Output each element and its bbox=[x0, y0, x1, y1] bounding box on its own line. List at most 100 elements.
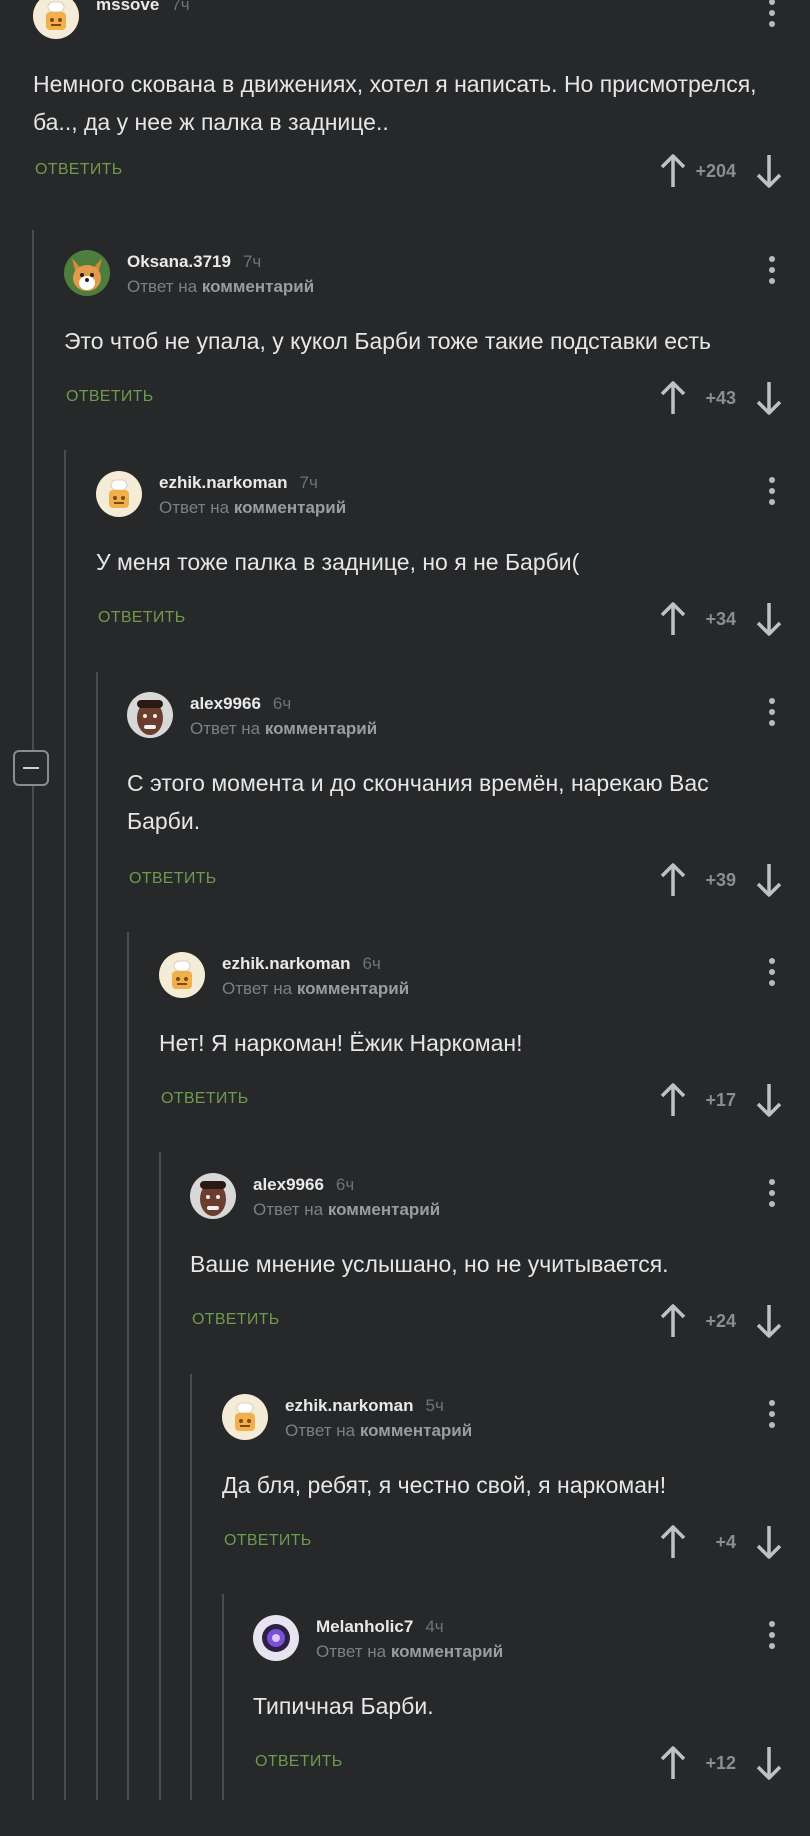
comment-time: 4ч bbox=[425, 1617, 444, 1636]
thread-line bbox=[32, 230, 34, 1800]
upvote-arrow-icon[interactable] bbox=[660, 1524, 686, 1560]
reply-target-link[interactable]: комментарий bbox=[202, 277, 314, 296]
downvote-arrow-icon[interactable] bbox=[756, 1524, 782, 1560]
reply-button[interactable]: ОТВЕТИТЬ bbox=[224, 1532, 312, 1550]
downvote-arrow-icon[interactable] bbox=[756, 1745, 782, 1781]
reply-button[interactable]: ОТВЕТИТЬ bbox=[66, 388, 154, 406]
comment-footer: ОТВЕТИТЬ +24 bbox=[192, 1301, 810, 1341]
comment: ezhik.narkoman 6ч Ответ на комментарий Не… bbox=[159, 952, 810, 1173]
comment-score: +4 bbox=[715, 1532, 736, 1552]
thread-line bbox=[159, 1152, 161, 1800]
thread-line bbox=[96, 672, 98, 1800]
comment-time: 7ч bbox=[299, 473, 318, 492]
thread-line bbox=[222, 1594, 224, 1800]
comment-score: +12 bbox=[705, 1753, 736, 1773]
more-options-icon[interactable] bbox=[768, 0, 776, 31]
reply-to-label: Ответ на комментарий bbox=[127, 277, 315, 296]
reply-target-link[interactable]: комментарий bbox=[391, 1642, 503, 1661]
more-options-icon[interactable] bbox=[768, 1621, 776, 1653]
comment: mssove 7ч Немного скована в движениях, хо… bbox=[33, 0, 810, 214]
reply-button[interactable]: ОТВЕТИТЬ bbox=[161, 1090, 249, 1108]
chef-avatar[interactable] bbox=[222, 1394, 268, 1440]
upvote-arrow-icon[interactable] bbox=[660, 380, 686, 416]
face-avatar[interactable] bbox=[190, 1173, 236, 1219]
upvote-arrow-icon[interactable] bbox=[660, 601, 686, 637]
comment-footer: ОТВЕТИТЬ +4 bbox=[224, 1522, 810, 1562]
more-options-icon[interactable] bbox=[768, 958, 776, 990]
comment-text: Да бля, ребят, я честно свой, я наркоман… bbox=[222, 1472, 667, 1498]
more-options-icon[interactable] bbox=[768, 1179, 776, 1211]
comment-text: Ваше мнение услышано, но не учитывается. bbox=[190, 1251, 669, 1277]
chef-avatar[interactable] bbox=[33, 0, 79, 39]
reply-target-link[interactable]: комментарий bbox=[234, 498, 346, 517]
comment-score: +204 bbox=[695, 161, 736, 181]
downvote-arrow-icon[interactable] bbox=[756, 153, 782, 189]
reply-button[interactable]: ОТВЕТИТЬ bbox=[35, 161, 123, 179]
more-options-icon[interactable] bbox=[768, 698, 776, 730]
thread-line bbox=[127, 932, 129, 1800]
comment-text: Это чтоб не упала, у кукол Барби тоже та… bbox=[64, 328, 712, 354]
downvote-arrow-icon[interactable] bbox=[756, 1303, 782, 1339]
comment-text: У меня тоже палка в заднице, но я не Бар… bbox=[96, 549, 580, 575]
username[interactable]: ezhik.narkoman 7ч bbox=[159, 473, 318, 493]
corgi-avatar[interactable] bbox=[64, 250, 110, 296]
upvote-arrow-icon[interactable] bbox=[660, 1082, 686, 1118]
downvote-arrow-icon[interactable] bbox=[756, 1082, 782, 1118]
reply-button[interactable]: ОТВЕТИТЬ bbox=[192, 1311, 280, 1329]
downvote-arrow-icon[interactable] bbox=[756, 601, 782, 637]
username[interactable]: ezhik.narkoman 6ч bbox=[222, 954, 381, 974]
reply-button[interactable]: ОТВЕТИТЬ bbox=[129, 870, 217, 888]
reply-button[interactable]: ОТВЕТИТЬ bbox=[255, 1753, 343, 1771]
reply-to-label: Ответ на комментарий bbox=[159, 498, 347, 517]
reply-to-label: Ответ на комментарий bbox=[285, 1421, 473, 1440]
downvote-arrow-icon[interactable] bbox=[756, 862, 782, 898]
more-options-icon[interactable] bbox=[768, 1400, 776, 1432]
comment-time: 6ч bbox=[335, 1175, 355, 1194]
thread-line bbox=[64, 450, 66, 1800]
collapse-thread-button[interactable] bbox=[13, 750, 49, 786]
reply-target-link[interactable]: комментарий bbox=[360, 1421, 472, 1440]
reply-to-label: Ответ на комментарий bbox=[316, 1642, 504, 1661]
username[interactable]: ezhik.narkoman 5ч bbox=[285, 1396, 444, 1416]
comment-time: 6ч bbox=[272, 694, 292, 713]
upvote-arrow-icon[interactable] bbox=[660, 1745, 686, 1781]
comment-text: С этого момента и до скончания времён, н… bbox=[127, 770, 709, 834]
face-avatar[interactable] bbox=[127, 692, 173, 738]
downvote-arrow-icon[interactable] bbox=[756, 380, 782, 416]
comment-score: +43 bbox=[705, 388, 736, 408]
username[interactable]: alex9966 6ч bbox=[190, 694, 291, 714]
comment-footer: ОТВЕТИТЬ +12 bbox=[255, 1743, 810, 1783]
username[interactable]: mssove 7ч bbox=[96, 0, 190, 15]
comment-score: +24 bbox=[705, 1311, 736, 1331]
username[interactable]: Oksana.3719 7ч bbox=[127, 252, 261, 272]
comment-time: 5ч bbox=[425, 1396, 444, 1415]
upvote-arrow-icon[interactable] bbox=[660, 862, 686, 898]
purple-eye-avatar[interactable] bbox=[253, 1615, 299, 1661]
chef-avatar[interactable] bbox=[159, 952, 205, 998]
comment: alex9966 6ч Ответ на комментарий С этого … bbox=[127, 692, 810, 913]
reply-to-label: Ответ на комментарий bbox=[253, 1200, 441, 1219]
more-options-icon[interactable] bbox=[768, 256, 776, 288]
comment-time: 7ч bbox=[171, 0, 190, 14]
comment-score: +17 bbox=[705, 1090, 736, 1110]
upvote-arrow-icon[interactable] bbox=[660, 153, 686, 189]
comment-time: 6ч bbox=[362, 954, 381, 973]
reply-target-link[interactable]: комментарий bbox=[297, 979, 409, 998]
reply-target-link[interactable]: комментарий bbox=[328, 1200, 440, 1219]
reply-target-link[interactable]: комментарий bbox=[265, 719, 377, 738]
more-options-icon[interactable] bbox=[768, 477, 776, 509]
comment-text: Немного скована в движениях, хотел я нап… bbox=[33, 71, 757, 135]
comment: Oksana.3719 7ч Ответ на комментарий Это ч… bbox=[64, 250, 810, 471]
username[interactable]: Melanholic7 4ч bbox=[316, 1617, 444, 1637]
comment-text: Нет! Я наркоман! Ёжик Наркоман! bbox=[159, 1030, 523, 1056]
reply-button[interactable]: ОТВЕТИТЬ bbox=[98, 609, 186, 627]
comment-footer: ОТВЕТИТЬ +17 bbox=[161, 1080, 810, 1120]
upvote-arrow-icon[interactable] bbox=[660, 1303, 686, 1339]
thread-line bbox=[190, 1374, 192, 1800]
comment-text: Типичная Барби. bbox=[253, 1693, 434, 1719]
comment-score: +39 bbox=[705, 870, 736, 890]
comment-score: +34 bbox=[705, 609, 736, 629]
username[interactable]: alex9966 6ч bbox=[253, 1175, 354, 1195]
comment: ezhik.narkoman 7ч Ответ на комментарий У … bbox=[96, 471, 810, 692]
chef-avatar[interactable] bbox=[96, 471, 142, 517]
